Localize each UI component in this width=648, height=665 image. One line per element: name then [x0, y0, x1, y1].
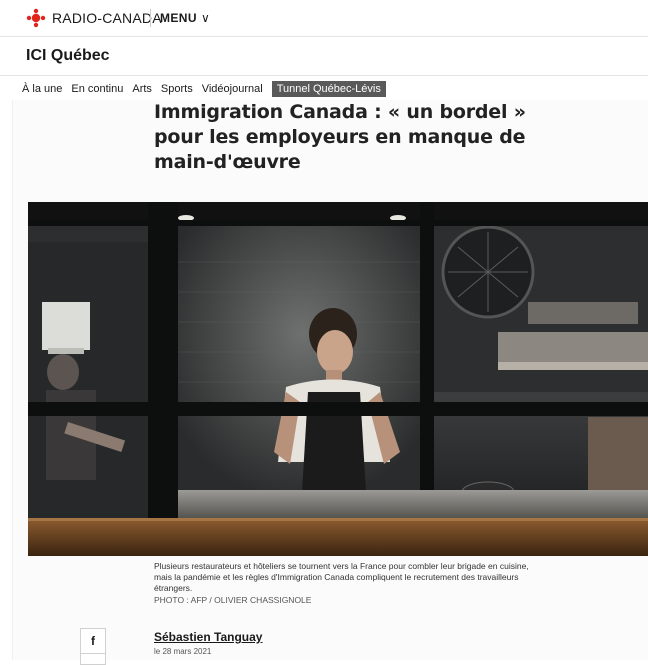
headline-line: Immigration Canada : « un bordel »	[154, 101, 526, 123]
nav-item-arts[interactable]: Arts	[132, 83, 152, 95]
kitchen-photo-image	[28, 202, 648, 556]
photo-caption: Plusieurs restaurateurs et hôteliers se …	[154, 561, 534, 606]
section-nav: À la une En continu Arts Sports Vidéojou…	[22, 80, 395, 98]
article-headline: Immigration Canada : « un bordel » pour …	[154, 100, 554, 175]
headline-line: main-d'œuvre	[154, 151, 301, 173]
top-bar: RADIO-CANADA MENU ∨	[0, 0, 648, 37]
region-title[interactable]: ICI Québec	[26, 47, 110, 65]
share-button[interactable]	[80, 653, 106, 665]
facebook-icon: f	[91, 634, 95, 648]
header-divider	[150, 9, 151, 27]
article-photo[interactable]	[28, 202, 648, 556]
menu-label: MENU	[160, 11, 197, 25]
nav-item-sports[interactable]: Sports	[161, 83, 193, 95]
nav-item-en-continu[interactable]: En continu	[71, 83, 123, 95]
headline-line: pour les employeurs en manque de	[154, 126, 526, 148]
nav-item-a-la-une[interactable]: À la une	[22, 83, 62, 95]
radio-canada-logo-icon[interactable]	[26, 8, 46, 28]
author-link[interactable]: Sébastien Tanguay	[154, 630, 262, 644]
nav-item-tunnel-quebec-levis[interactable]: Tunnel Québec-Lévis	[271, 81, 386, 97]
publish-date: le 28 mars 2021	[154, 647, 212, 656]
nav-item-videojournal[interactable]: Vidéojournal	[202, 83, 263, 95]
page-edge	[12, 100, 13, 660]
facebook-share-button[interactable]: f	[80, 628, 106, 654]
menu-button[interactable]: MENU ∨	[160, 11, 210, 25]
chevron-down-icon: ∨	[200, 11, 211, 25]
divider	[0, 75, 648, 76]
brand-name[interactable]: RADIO-CANADA	[52, 10, 162, 26]
photo-credit: PHOTO : AFP / OLIVIER CHASSIGNOLE	[154, 595, 312, 605]
caption-text: Plusieurs restaurateurs et hôteliers se …	[154, 561, 529, 593]
